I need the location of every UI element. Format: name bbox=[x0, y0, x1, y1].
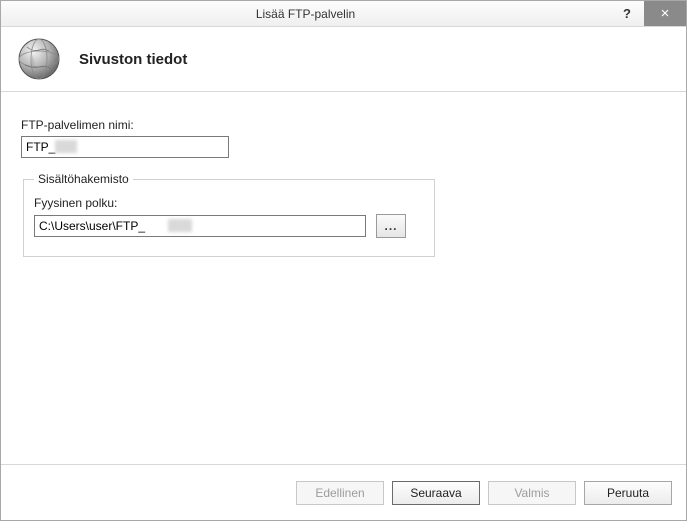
previous-button: Edellinen bbox=[296, 481, 384, 505]
redaction-overlay bbox=[168, 219, 192, 232]
wizard-footer: Edellinen Seuraava Valmis Peruuta bbox=[1, 464, 686, 520]
finish-button: Valmis bbox=[488, 481, 576, 505]
titlebar-buttons: ? × bbox=[610, 1, 686, 26]
redaction-overlay bbox=[55, 140, 77, 153]
titlebar: Lisää FTP-palvelin ? × bbox=[1, 1, 686, 27]
physical-path-label: Fyysinen polku: bbox=[34, 196, 424, 210]
page-title: Sivuston tiedot bbox=[79, 51, 187, 68]
server-name-label: FTP-palvelimen nimi: bbox=[21, 118, 666, 132]
content-directory-group: Sisältöhakemisto Fyysinen polku: ... bbox=[23, 172, 435, 257]
server-name-input[interactable] bbox=[21, 136, 229, 158]
wizard-header: Sivuston tiedot bbox=[1, 27, 686, 92]
window-title: Lisää FTP-palvelin bbox=[1, 7, 610, 21]
dialog-window: Lisää FTP-palvelin ? × Sivuston tiedot bbox=[0, 0, 687, 521]
wizard-body: FTP-palvelimen nimi: Sisältöhakemisto Fy… bbox=[1, 92, 686, 464]
cancel-button[interactable]: Peruuta bbox=[584, 481, 672, 505]
physical-path-input[interactable] bbox=[34, 215, 366, 237]
globe-icon bbox=[15, 35, 63, 83]
help-button[interactable]: ? bbox=[610, 1, 644, 26]
close-button[interactable]: × bbox=[644, 1, 686, 26]
content-directory-legend: Sisältöhakemisto bbox=[34, 172, 133, 186]
next-button[interactable]: Seuraava bbox=[392, 481, 480, 505]
browse-button[interactable]: ... bbox=[376, 214, 406, 238]
